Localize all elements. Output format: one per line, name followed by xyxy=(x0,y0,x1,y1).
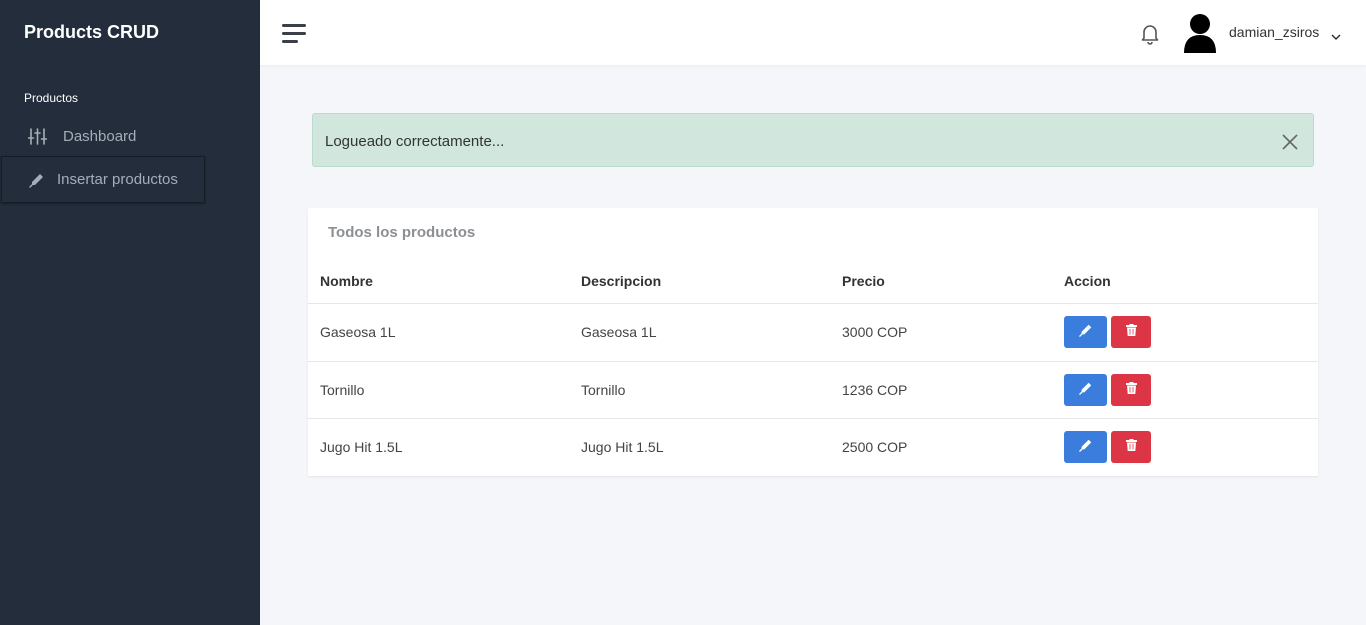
delete-button[interactable] xyxy=(1111,316,1151,348)
sidebar-item-dashboard[interactable]: Dashboard xyxy=(28,126,136,146)
pen-icon xyxy=(1078,438,1093,457)
column-header-nombre: Nombre xyxy=(320,273,373,289)
delete-button[interactable] xyxy=(1111,374,1151,406)
username[interactable]: damian_zsiros xyxy=(1229,24,1319,40)
edit-button[interactable] xyxy=(1064,316,1107,348)
chevron-down-icon[interactable] xyxy=(1331,28,1341,41)
cell-descripcion: Gaseosa 1L xyxy=(581,324,657,340)
table-row: Tornillo Tornillo 1236 COP xyxy=(308,361,1318,418)
pen-icon xyxy=(1078,381,1093,400)
bell-icon[interactable] xyxy=(1140,23,1160,45)
trash-icon xyxy=(1125,438,1137,456)
column-header-precio: Precio xyxy=(842,273,885,289)
sidebar-section-label: Productos xyxy=(24,91,79,105)
column-header-accion: Accion xyxy=(1064,273,1111,289)
cell-precio: 3000 COP xyxy=(842,324,908,340)
close-icon[interactable] xyxy=(1281,133,1299,151)
sidebar-item-insertar-productos[interactable]: Insertar productos xyxy=(1,156,205,203)
table-row: Jugo Hit 1.5L Jugo Hit 1.5L 2500 COP xyxy=(308,418,1318,475)
cell-precio: 2500 COP xyxy=(842,439,908,455)
cell-descripcion: Tornillo xyxy=(581,382,626,398)
products-card: Todos los productos Nombre Descripcion P… xyxy=(308,208,1318,476)
edit-button[interactable] xyxy=(1064,374,1107,406)
pen-icon xyxy=(29,172,45,188)
cell-nombre: Gaseosa 1L xyxy=(320,324,396,340)
top-header: damian_zsiros xyxy=(260,0,1366,65)
cell-nombre: Jugo Hit 1.5L xyxy=(320,439,403,455)
success-alert: Logueado correctamente... xyxy=(312,113,1314,167)
delete-button[interactable] xyxy=(1111,431,1151,463)
hamburger-icon[interactable] xyxy=(282,23,306,43)
alert-message: Logueado correctamente... xyxy=(325,133,505,150)
sliders-icon xyxy=(28,127,47,145)
column-header-descripcion: Descripcion xyxy=(581,273,662,289)
sidebar-item-label: Dashboard xyxy=(63,127,137,145)
cell-descripcion: Jugo Hit 1.5L xyxy=(581,439,664,455)
card-title: Todos los productos xyxy=(328,224,476,241)
cell-nombre: Tornillo xyxy=(320,382,365,398)
cell-precio: 1236 COP xyxy=(842,382,908,398)
table-row: Gaseosa 1L Gaseosa 1L 3000 COP xyxy=(308,303,1318,360)
user-avatar-icon[interactable] xyxy=(1182,13,1218,53)
trash-icon xyxy=(1125,381,1137,399)
sidebar: Products CRUD Productos Dashboard Insert… xyxy=(0,0,260,625)
sidebar-item-label: Insertar productos xyxy=(57,171,178,188)
brand-title[interactable]: Products CRUD xyxy=(24,22,159,43)
edit-button[interactable] xyxy=(1064,431,1107,463)
trash-icon xyxy=(1125,323,1137,341)
pen-icon xyxy=(1078,323,1093,342)
